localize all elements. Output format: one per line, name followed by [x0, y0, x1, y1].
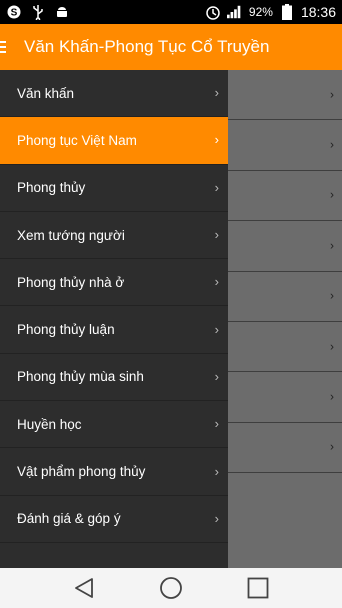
drawer-item-label: Phong thủy luận: [17, 322, 115, 338]
drawer-item-huyen-hoc[interactable]: Huyền học ›: [0, 401, 228, 449]
chevron-right-icon: ›: [214, 132, 219, 148]
chevron-right-icon: ›: [330, 338, 334, 353]
chevron-right-icon: ›: [330, 187, 334, 202]
drawer-item-phong-thuy[interactable]: Phong thủy ›: [0, 165, 228, 212]
skype-icon: S: [6, 4, 22, 20]
app-bar: Văn Khấn-Phong Tục Cổ Truyền: [0, 24, 342, 70]
clock: 18:36: [300, 4, 336, 20]
drawer-item-label: Phong tục Việt Nam: [17, 132, 137, 148]
alarm-icon: [205, 4, 221, 20]
drawer-item-van-khan[interactable]: Văn khấn ›: [0, 70, 228, 118]
chevron-right-icon: ›: [330, 86, 334, 101]
signal-icon: [226, 4, 243, 20]
chevron-right-icon: ›: [214, 368, 219, 384]
list-item[interactable]: ›: [228, 120, 342, 171]
list-item[interactable]: ›: [228, 171, 342, 222]
list-item[interactable]: ›: [228, 221, 342, 272]
list-item[interactable]: ›: [228, 423, 342, 474]
chevron-right-icon: ›: [330, 288, 334, 303]
recents-icon[interactable]: [244, 574, 272, 602]
status-bar: S 92% 18:36: [0, 0, 342, 24]
chevron-right-icon: ›: [330, 439, 334, 454]
chevron-right-icon: ›: [330, 238, 334, 253]
chevron-right-icon: ›: [214, 84, 219, 100]
drawer-item-xem-tuong-nguoi[interactable]: Xem tướng người ›: [0, 212, 228, 260]
drawer-item-phong-thuy-mua-sinh[interactable]: Phong thủy mùa sinh ›: [0, 354, 228, 402]
chevron-right-icon: ›: [214, 274, 219, 290]
back-icon[interactable]: [70, 574, 98, 602]
navigation-drawer: Văn khấn › Phong tục Việt Nam › Phong th…: [0, 70, 228, 568]
drawer-item-label: Văn khấn: [17, 85, 75, 101]
list-item[interactable]: ›: [228, 372, 342, 423]
drawer-item-label: Phong thủy: [17, 180, 86, 196]
chevron-right-icon: ›: [214, 510, 219, 526]
system-nav-bar: [0, 568, 342, 608]
battery-percent: 92%: [248, 5, 273, 19]
android-icon: [54, 4, 70, 20]
drawer-item-vat-pham-phong-thuy[interactable]: Vật phẩm phong thủy ›: [0, 448, 228, 496]
svg-text:S: S: [11, 8, 18, 19]
content-list-dimmed: › › › › › › › ›: [228, 70, 342, 568]
drawer-item-label: Vật phẩm phong thủy: [17, 464, 146, 480]
drawer-item-label: Đánh giá & góp ý: [17, 511, 121, 527]
list-item[interactable]: ›: [228, 322, 342, 373]
chevron-right-icon: ›: [214, 179, 219, 195]
drawer-item-phong-tuc-viet-nam[interactable]: Phong tục Việt Nam ›: [0, 117, 228, 165]
drawer-item-label: Huyền học: [17, 416, 82, 432]
chevron-right-icon: ›: [330, 137, 334, 152]
chevron-right-icon: ›: [214, 463, 219, 479]
list-item[interactable]: ›: [228, 272, 342, 322]
drawer-item-danh-gia-gop-y[interactable]: Đánh giá & góp ý ›: [0, 496, 228, 543]
drawer-item-label: Xem tướng người: [17, 227, 125, 243]
list-item[interactable]: ›: [228, 70, 342, 121]
chevron-right-icon: ›: [214, 321, 219, 337]
usb-icon: [30, 4, 46, 20]
drawer-item-label: Phong thủy nhà ở: [17, 274, 125, 290]
app-title: Văn Khấn-Phong Tục Cổ Truyền: [24, 37, 270, 56]
chevron-right-icon: ›: [214, 226, 219, 242]
drawer-item-label: Phong thủy mùa sinh: [17, 369, 144, 385]
battery-icon: [279, 4, 295, 20]
home-icon[interactable]: [157, 574, 185, 602]
chevron-right-icon: ›: [214, 415, 219, 431]
menu-icon[interactable]: [0, 39, 10, 55]
chevron-right-icon: ›: [330, 389, 334, 404]
drawer-item-phong-thuy-luan[interactable]: Phong thủy luận ›: [0, 306, 228, 354]
drawer-item-phong-thuy-nha-o[interactable]: Phong thủy nhà ở ›: [0, 259, 228, 307]
